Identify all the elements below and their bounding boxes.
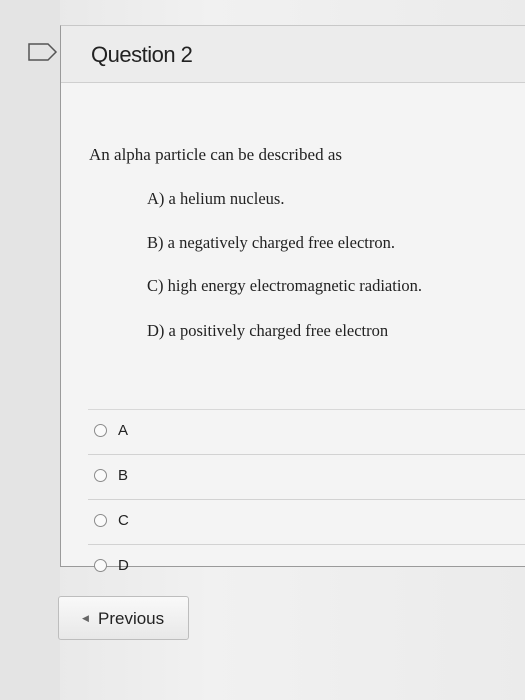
radio-icon[interactable]: [94, 424, 107, 437]
answer-option-c[interactable]: C: [88, 499, 525, 544]
choice-text-a: A) a helium nucleus.: [147, 189, 285, 208]
radio-icon[interactable]: [94, 469, 107, 482]
left-gutter: [0, 0, 60, 700]
question-card: Question 2 An alpha particle can be desc…: [60, 25, 525, 574]
question-header: Question 2: [61, 26, 525, 83]
question-prompt: An alpha particle can be described as: [89, 145, 342, 164]
answer-option-d[interactable]: D: [88, 544, 525, 589]
answer-label-a: A: [118, 422, 129, 439]
chevron-left-icon: ◀: [82, 613, 89, 623]
answer-label-d: D: [118, 557, 129, 574]
question-title: Question 2: [91, 42, 193, 67]
quiz-page: Question 2 An alpha particle can be desc…: [0, 0, 525, 700]
answer-options: A B C D: [88, 409, 525, 589]
radio-icon[interactable]: [94, 559, 107, 572]
answer-label-b: B: [118, 467, 129, 484]
choice-text-d: D) a positively charged free electron: [147, 321, 389, 340]
previous-button[interactable]: ◀ Previous: [58, 596, 189, 640]
answer-option-b[interactable]: B: [88, 454, 525, 499]
answer-option-a[interactable]: A: [88, 409, 525, 454]
radio-icon[interactable]: [94, 514, 107, 527]
answer-label-c: C: [118, 512, 129, 529]
choice-text-c: C) high energy electromagnetic radiation…: [147, 276, 423, 295]
choice-text-b: B) a negatively charged free electron.: [147, 233, 395, 252]
flag-icon[interactable]: [28, 43, 58, 61]
previous-label: Previous: [98, 609, 165, 628]
